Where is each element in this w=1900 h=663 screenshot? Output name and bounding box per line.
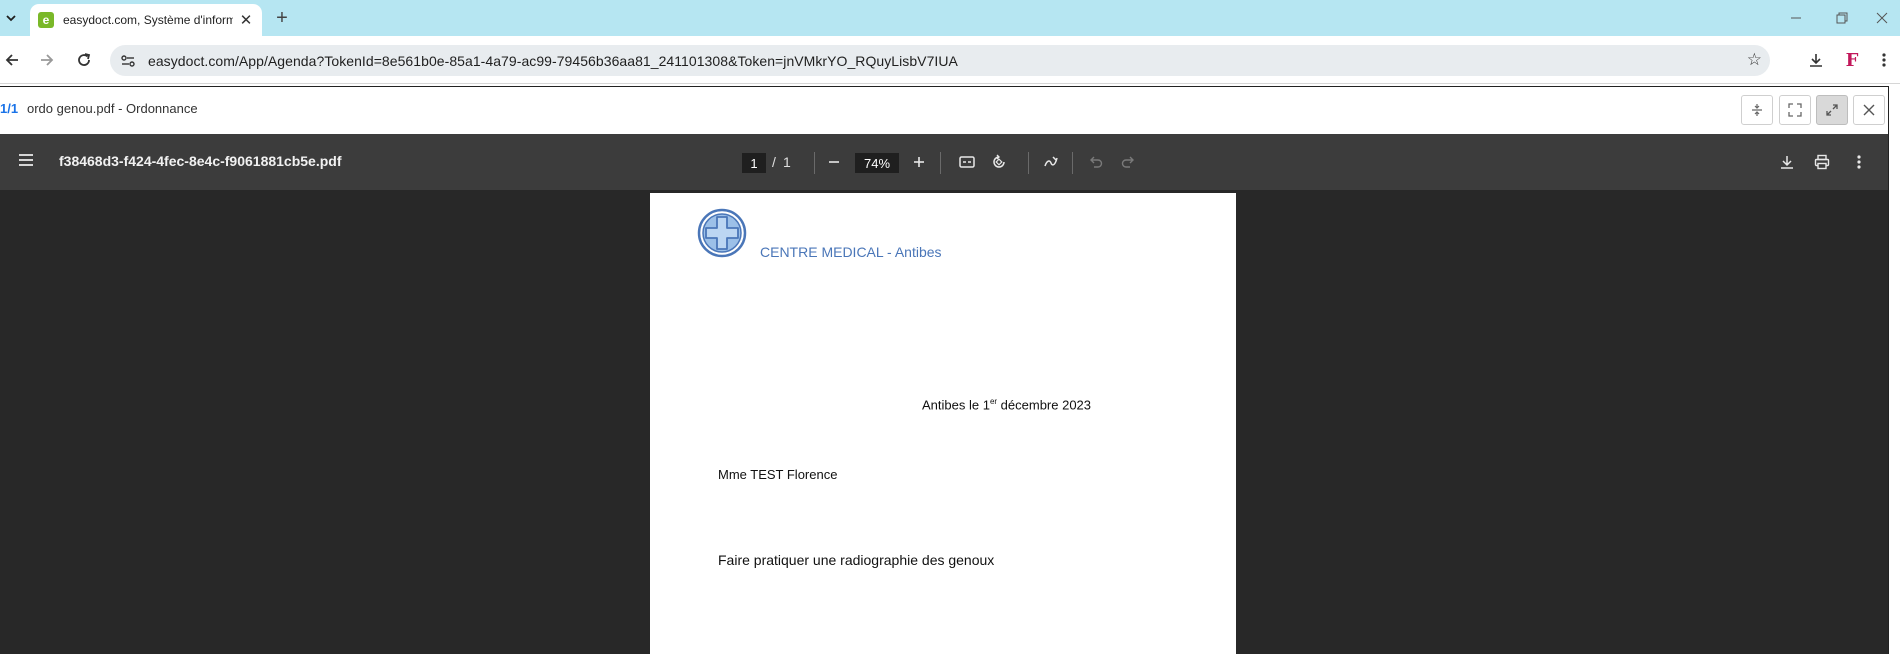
download-icon[interactable] — [1804, 48, 1828, 72]
tab-title: easydoct.com, Système d'informa — [63, 13, 233, 27]
close-icon — [1863, 104, 1875, 116]
pdf-download-icon[interactable] — [1776, 151, 1798, 173]
pdf-filename: f38468d3-f424-4fec-8e4c-f9061881cb5e.pdf — [59, 153, 342, 169]
zoom-level-input[interactable]: 74% — [855, 153, 899, 173]
browser-tabstrip: e easydoct.com, Système d'informa ✕ + — [0, 0, 1900, 36]
address-bar[interactable]: easydoct.com/App/Agenda?TokenId=8e561b0e… — [110, 45, 1770, 76]
redo-icon[interactable] — [1117, 151, 1139, 173]
site-info-icon[interactable] — [114, 47, 142, 75]
page-number-input[interactable]: 1 — [742, 153, 766, 173]
document-viewer-header: 1/1 ordo genou.pdf - Ordonnance — [0, 86, 1888, 132]
viewer-scroll-edge — [1888, 86, 1900, 654]
collapse-vertical-icon — [1752, 104, 1762, 116]
close-viewer-button[interactable] — [1853, 95, 1885, 125]
tab-close-icon[interactable]: ✕ — [238, 11, 254, 29]
toolbar-divider — [1028, 152, 1029, 174]
pdf-page: CENTRE MEDICAL - Antibes Antibes le 1er … — [650, 193, 1236, 663]
prescription-text: Faire pratiquer une radiographie des gen… — [718, 552, 995, 568]
back-arrow-icon[interactable] — [0, 48, 24, 72]
annotate-pen-icon[interactable] — [1040, 151, 1062, 173]
expand-button[interactable] — [1816, 95, 1848, 125]
document-count: 1/1 — [0, 101, 19, 116]
browser-menu-icon[interactable] — [1874, 48, 1894, 72]
toolbar-divider — [814, 152, 815, 174]
date-superscript: er — [989, 397, 998, 406]
pdf-toolbar: f38468d3-f424-4fec-8e4c-f9061881cb5e.pdf… — [0, 134, 1888, 190]
zoom-out-icon[interactable] — [823, 151, 845, 173]
expand-diagonal-icon — [1826, 104, 1838, 116]
rotate-icon[interactable] — [988, 151, 1010, 173]
date-suffix: décembre 2023 — [997, 397, 1092, 413]
medical-center-name: CENTRE MEDICAL - Antibes — [760, 244, 942, 260]
browser-toolbar: easydoct.com/App/Agenda?TokenId=8e561b0e… — [0, 36, 1900, 84]
minimize-icon[interactable] — [1776, 4, 1816, 32]
bookmark-star-icon[interactable]: ☆ — [1747, 50, 1762, 70]
toolbar-divider — [940, 152, 941, 174]
tab-search-icon[interactable] — [0, 7, 22, 29]
pdf-sidebar-menu-icon[interactable] — [18, 151, 34, 172]
print-icon[interactable] — [1811, 151, 1833, 173]
easydoct-favicon-icon: e — [38, 12, 54, 28]
pdf-more-options-icon[interactable] — [1848, 151, 1870, 173]
url-text[interactable]: easydoct.com/App/Agenda?TokenId=8e561b0e… — [148, 53, 958, 69]
prescription-date: Antibes le 1er décembre 2023 — [922, 397, 1091, 412]
window-close-icon[interactable] — [1862, 4, 1900, 32]
fit-page-icon[interactable] — [956, 151, 978, 173]
reload-icon[interactable] — [72, 48, 96, 72]
page-total: 1 — [783, 154, 791, 170]
collapse-vertical-button[interactable] — [1741, 95, 1773, 125]
date-prefix: Antibes le 1 — [922, 397, 990, 413]
browser-tab-active[interactable]: e easydoct.com, Système d'informa ✕ — [30, 4, 262, 36]
undo-icon[interactable] — [1085, 151, 1107, 173]
document-title: ordo genou.pdf - Ordonnance — [27, 101, 198, 116]
fullscreen-button[interactable] — [1779, 95, 1811, 125]
zoom-in-icon[interactable] — [908, 151, 930, 173]
restore-icon[interactable] — [1822, 4, 1862, 32]
pdf-canvas[interactable]: CENTRE MEDICAL - Antibes Antibes le 1er … — [0, 190, 1888, 663]
new-tab-icon[interactable]: + — [270, 6, 294, 30]
toolbar-divider — [1072, 152, 1073, 174]
forward-arrow-icon[interactable] — [35, 48, 59, 72]
patient-name: Mme TEST Florence — [718, 467, 838, 482]
medical-cross-logo-icon — [697, 208, 747, 258]
fullscreen-icon — [1788, 103, 1802, 117]
extension-f-icon[interactable]: F — [1840, 48, 1864, 72]
page-separator: / — [772, 154, 776, 170]
